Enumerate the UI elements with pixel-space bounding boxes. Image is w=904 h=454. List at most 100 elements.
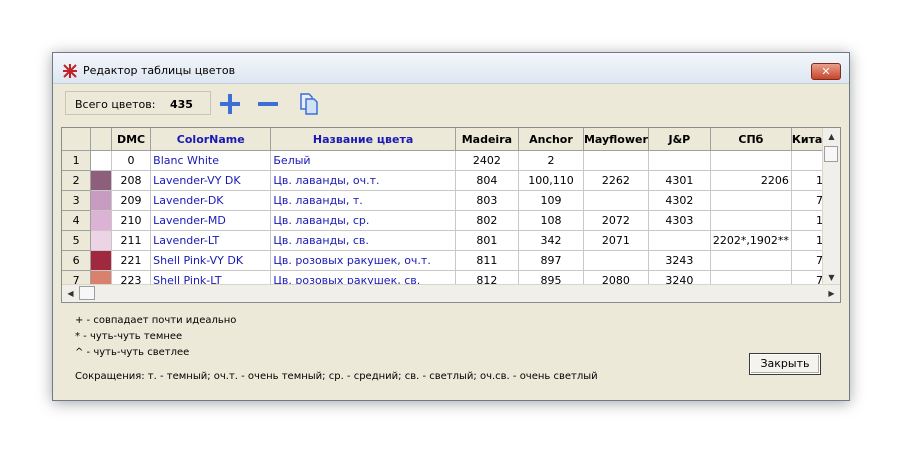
row-number[interactable]: 1 bbox=[62, 150, 92, 171]
title-bar[interactable]: Редактор таблицы цветов ✕ bbox=[53, 53, 849, 84]
vertical-scroll-thumb[interactable] bbox=[824, 146, 838, 162]
cell-anchor[interactable]: 108 bbox=[518, 210, 584, 231]
plus-icon bbox=[220, 94, 240, 114]
legend-line-lighter: ^ - чуть-чуть светлее bbox=[75, 347, 190, 358]
close-button[interactable]: Закрыть bbox=[749, 353, 821, 375]
cell-madeira[interactable]: 811 bbox=[455, 250, 519, 271]
row-number[interactable]: 3 bbox=[62, 190, 92, 211]
scroll-up-icon[interactable]: ▲ bbox=[824, 129, 839, 144]
cell-anchor[interactable]: 342 bbox=[518, 230, 584, 251]
cell-mayflower[interactable] bbox=[583, 250, 649, 271]
color-count-box: Всего цветов: 435 bbox=[65, 91, 211, 115]
cell-anchor[interactable]: 100,110 bbox=[518, 170, 584, 191]
cell-mayflower[interactable]: 2071 bbox=[583, 230, 649, 251]
header-anchor[interactable]: Anchor bbox=[518, 128, 584, 151]
color-swatch[interactable] bbox=[90, 150, 112, 171]
cell-spb[interactable] bbox=[710, 190, 792, 211]
remove-color-button[interactable] bbox=[255, 91, 281, 117]
header-mayflower[interactable]: Mayflower bbox=[583, 128, 649, 151]
color-count-label: Всего цветов: bbox=[75, 98, 156, 111]
table-row[interactable]: 3 209 Lavender-DK Цв. лаванды, т. 803 109 4302… bbox=[62, 190, 840, 211]
row-number[interactable]: 4 bbox=[62, 210, 92, 231]
cell-dmc[interactable]: 208 bbox=[111, 170, 152, 191]
table-row[interactable]: 2 208 Lavender-VY DK Цв. лаванды, оч.т. 804 1… bbox=[62, 170, 840, 191]
cell-spb[interactable]: 2202*,1902** bbox=[710, 230, 792, 251]
color-table: DMC ColorName Название цвета Madeira Anc… bbox=[62, 128, 840, 291]
cell-spb[interactable] bbox=[710, 150, 792, 171]
app-icon bbox=[63, 64, 77, 78]
cell-colorname[interactable]: Blanc White bbox=[150, 150, 272, 171]
header-madeira[interactable]: Madeira bbox=[455, 128, 519, 151]
row-number[interactable]: 6 bbox=[62, 250, 92, 271]
header-color-name-ru[interactable]: Название цвета bbox=[270, 128, 456, 151]
header-spb[interactable]: СПб bbox=[710, 128, 792, 151]
cell-mayflower[interactable] bbox=[583, 150, 649, 171]
cell-spb[interactable] bbox=[710, 210, 792, 231]
color-swatch[interactable] bbox=[90, 250, 112, 271]
color-swatch[interactable] bbox=[90, 190, 112, 211]
cell-mayflower[interactable] bbox=[583, 190, 649, 211]
cell-colorname[interactable]: Lavender-LT bbox=[150, 230, 272, 251]
cell-madeira[interactable]: 803 bbox=[455, 190, 519, 211]
scroll-left-icon[interactable]: ◀ bbox=[63, 286, 78, 301]
cell-anchor[interactable]: 897 bbox=[518, 250, 584, 271]
add-color-button[interactable] bbox=[217, 91, 243, 117]
horizontal-scrollbar[interactable]: ◀ ▶ bbox=[62, 284, 840, 302]
table-row[interactable]: 5 211 Lavender-LT Цв. лаванды, св. 801 342 207… bbox=[62, 230, 840, 251]
cell-jp[interactable] bbox=[648, 230, 711, 251]
cell-madeira[interactable]: 804 bbox=[455, 170, 519, 191]
horizontal-scroll-thumb[interactable] bbox=[79, 286, 95, 300]
cell-dmc[interactable]: 211 bbox=[111, 230, 152, 251]
cell-color-name-ru[interactable]: Белый bbox=[270, 150, 456, 171]
legend-line-darker: * - чуть-чуть темнее bbox=[75, 331, 183, 342]
cell-color-name-ru[interactable]: Цв. лаванды, оч.т. bbox=[270, 170, 456, 191]
table-row[interactable]: 6 221 Shell Pink-VY DK Цв. розовых ракушек,… bbox=[62, 250, 840, 271]
copy-color-button[interactable] bbox=[295, 91, 321, 117]
table-row[interactable]: 4 210 Lavender-MD Цв. лаванды, ср. 802 108 207… bbox=[62, 210, 840, 231]
cell-anchor[interactable]: 109 bbox=[518, 190, 584, 211]
color-swatch[interactable] bbox=[90, 230, 112, 251]
color-swatch[interactable] bbox=[90, 170, 112, 191]
color-count-value: 435 bbox=[170, 98, 193, 111]
cell-jp[interactable]: 4303 bbox=[648, 210, 711, 231]
cell-dmc[interactable]: 0 bbox=[111, 150, 152, 171]
cell-jp[interactable] bbox=[648, 150, 711, 171]
cell-dmc[interactable]: 210 bbox=[111, 210, 152, 231]
cell-jp[interactable]: 3243 bbox=[648, 250, 711, 271]
header-dmc[interactable]: DMC bbox=[111, 128, 152, 151]
cell-madeira[interactable]: 802 bbox=[455, 210, 519, 231]
header-colorname[interactable]: ColorName bbox=[150, 128, 272, 151]
cell-color-name-ru[interactable]: Цв. лаванды, ср. bbox=[270, 210, 456, 231]
cell-mayflower[interactable]: 2262 bbox=[583, 170, 649, 191]
cell-jp[interactable]: 4302 bbox=[648, 190, 711, 211]
cell-dmc[interactable]: 209 bbox=[111, 190, 152, 211]
cell-madeira[interactable]: 2402 bbox=[455, 150, 519, 171]
scroll-down-icon[interactable]: ▼ bbox=[824, 270, 839, 285]
cell-color-name-ru[interactable]: Цв. лаванды, т. bbox=[270, 190, 456, 211]
cell-madeira[interactable]: 801 bbox=[455, 230, 519, 251]
cell-color-name-ru[interactable]: Цв. лаванды, св. bbox=[270, 230, 456, 251]
cell-jp[interactable]: 4301 bbox=[648, 170, 711, 191]
cell-colorname[interactable]: Lavender-VY DK bbox=[150, 170, 272, 191]
cell-colorname[interactable]: Lavender-MD bbox=[150, 210, 272, 231]
cell-dmc[interactable]: 221 bbox=[111, 250, 152, 271]
row-number[interactable]: 5 bbox=[62, 230, 92, 251]
toolbar: Всего цветов: 435 bbox=[59, 89, 843, 117]
header-jp[interactable]: J&P bbox=[648, 128, 711, 151]
vertical-scrollbar[interactable]: ▲ ▼ bbox=[822, 128, 840, 286]
table-row[interactable]: 1 0 Blanc White Белый 2402 2 bbox=[62, 150, 840, 171]
color-table-grid[interactable]: DMC ColorName Название цвета Madeira Anc… bbox=[61, 127, 841, 303]
cell-mayflower[interactable]: 2072 bbox=[583, 210, 649, 231]
header-row-number bbox=[62, 128, 92, 151]
cell-anchor[interactable]: 2 bbox=[518, 150, 584, 171]
cell-colorname[interactable]: Lavender-DK bbox=[150, 190, 272, 211]
row-number[interactable]: 2 bbox=[62, 170, 92, 191]
cell-colorname[interactable]: Shell Pink-VY DK bbox=[150, 250, 272, 271]
scroll-right-icon[interactable]: ▶ bbox=[824, 286, 839, 301]
minus-icon bbox=[258, 102, 278, 106]
close-window-button[interactable]: ✕ bbox=[811, 63, 841, 80]
cell-spb[interactable] bbox=[710, 250, 792, 271]
cell-color-name-ru[interactable]: Цв. розовых ракушек, оч.т. bbox=[270, 250, 456, 271]
color-swatch[interactable] bbox=[90, 210, 112, 231]
cell-spb[interactable]: 2206 bbox=[710, 170, 792, 191]
